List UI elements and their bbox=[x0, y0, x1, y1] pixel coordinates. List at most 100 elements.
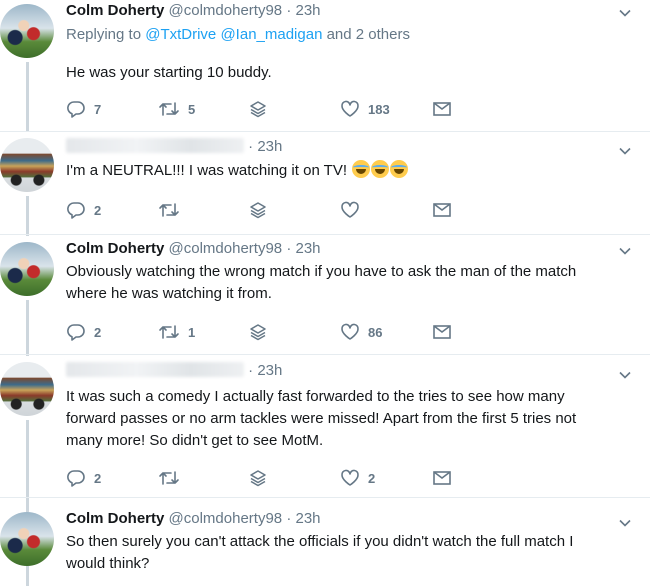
display-name[interactable]: Colm Doherty bbox=[66, 510, 164, 527]
chevron-down-icon[interactable] bbox=[618, 368, 632, 382]
tweet-header: Colm Doherty @colmdoherty98 · 23h bbox=[66, 240, 321, 257]
avatar[interactable] bbox=[0, 242, 54, 296]
direct-message-button[interactable] bbox=[432, 199, 452, 221]
envelope-icon bbox=[433, 325, 451, 339]
retweet-count: 5 bbox=[188, 101, 196, 117]
tweet-header: Colm Doherty @colmdoherty98 · 23h bbox=[66, 2, 321, 19]
timestamp[interactable]: 23h bbox=[295, 510, 320, 527]
reply-count: 2 bbox=[94, 470, 102, 486]
tweet[interactable]: Colm Doherty @colmdoherty98 · 23h So the… bbox=[0, 508, 650, 586]
retweet-button[interactable] bbox=[158, 467, 180, 489]
laughing-emoji-icon bbox=[352, 160, 371, 178]
tweet-text-line: forward passes or no arm tackles were mi… bbox=[66, 410, 577, 427]
tweet[interactable]: Colm Doherty @colmdoherty98 · 23h Obviou… bbox=[0, 238, 650, 356]
timestamp[interactable]: 23h bbox=[257, 138, 282, 155]
save-button[interactable] bbox=[248, 199, 268, 221]
reply-button[interactable]: 7 bbox=[66, 98, 101, 120]
laughing-emoji-icon bbox=[390, 160, 409, 178]
layers-icon bbox=[250, 470, 266, 487]
retweet-icon bbox=[159, 102, 179, 116]
replying-to: Replying to @TxtDrive @Ian_madigan and 2… bbox=[66, 26, 410, 43]
mention-link[interactable]: @TxtDrive bbox=[145, 26, 216, 43]
avatar[interactable] bbox=[0, 362, 54, 416]
reply-button[interactable]: 2 bbox=[66, 199, 101, 221]
divider bbox=[0, 497, 650, 498]
divider bbox=[0, 131, 650, 132]
save-button[interactable] bbox=[248, 321, 268, 343]
display-name[interactable]: Colm Doherty bbox=[66, 2, 164, 19]
tweet[interactable]: · 23h It was such a comedy I actually fa… bbox=[0, 358, 650, 498]
reply-count: 7 bbox=[94, 101, 102, 117]
display-name[interactable]: Colm Doherty bbox=[66, 240, 164, 257]
retweet-button[interactable]: 1 bbox=[158, 321, 195, 343]
tweet-text-content: I'm a NEUTRAL!!! I was watching it on TV… bbox=[66, 162, 348, 179]
tweet-header: Colm Doherty @colmdoherty98 · 23h bbox=[66, 510, 321, 527]
user-handle[interactable]: @colmdoherty98 bbox=[169, 510, 283, 527]
save-button[interactable] bbox=[248, 98, 268, 120]
like-button[interactable]: 2 bbox=[340, 467, 375, 489]
redacted-name bbox=[66, 138, 244, 153]
retweet-button[interactable] bbox=[158, 199, 180, 221]
avatar[interactable] bbox=[0, 512, 54, 566]
heart-icon bbox=[341, 323, 359, 340]
like-button[interactable]: 86 bbox=[340, 321, 382, 343]
avatar[interactable] bbox=[0, 138, 54, 192]
divider bbox=[0, 234, 650, 235]
envelope-icon bbox=[433, 471, 451, 485]
reply-icon bbox=[67, 324, 85, 341]
retweet-icon bbox=[159, 325, 179, 339]
tweet-header: · 23h bbox=[66, 138, 282, 155]
timestamp[interactable]: 23h bbox=[257, 362, 282, 379]
tweet[interactable]: Colm Doherty @colmdoherty98 · 23h Replyi… bbox=[0, 0, 650, 130]
tweet[interactable]: · 23h I'm a NEUTRAL!!! I was watching it… bbox=[0, 134, 650, 234]
envelope-icon bbox=[433, 102, 451, 116]
direct-message-button[interactable] bbox=[432, 321, 452, 343]
tweet-actions: 2 2 bbox=[66, 467, 466, 489]
chevron-down-icon[interactable] bbox=[618, 516, 632, 530]
direct-message-button[interactable] bbox=[432, 98, 452, 120]
layers-icon bbox=[250, 202, 266, 219]
separator-dot: · bbox=[286, 2, 292, 19]
tweet-text: I'm a NEUTRAL!!! I was watching it on TV… bbox=[66, 160, 626, 182]
tweet-text-line: many more! So didn't get to see MotM. bbox=[66, 432, 324, 449]
tweet-text-line: where he was watching it from. bbox=[66, 285, 272, 302]
like-button[interactable]: 183 bbox=[340, 98, 390, 120]
reply-button[interactable]: 2 bbox=[66, 467, 101, 489]
tweet-header: · 23h bbox=[66, 362, 282, 379]
like-button[interactable] bbox=[340, 199, 360, 221]
like-count: 183 bbox=[368, 101, 390, 117]
reply-button[interactable]: 2 bbox=[66, 321, 101, 343]
retweet-count: 1 bbox=[188, 324, 196, 340]
chevron-down-icon[interactable] bbox=[618, 244, 632, 258]
laughing-emoji-icon bbox=[371, 160, 390, 178]
chevron-down-icon[interactable] bbox=[618, 6, 632, 20]
separator-dot: · bbox=[286, 510, 292, 527]
tweet-text-line: It was such a comedy I actually fast for… bbox=[66, 388, 565, 405]
timestamp[interactable]: 23h bbox=[295, 2, 320, 19]
envelope-icon bbox=[433, 203, 451, 217]
tweet-actions: 2 1 86 bbox=[66, 321, 466, 343]
tweet-text: He was your starting 10 buddy. bbox=[66, 64, 272, 81]
tweet-actions: 7 5 183 bbox=[66, 98, 466, 120]
tweet-text-line: Obviously watching the wrong match if yo… bbox=[66, 263, 577, 280]
reply-icon bbox=[67, 101, 85, 118]
heart-icon bbox=[341, 100, 359, 117]
retweet-icon bbox=[159, 203, 179, 217]
layers-icon bbox=[250, 324, 266, 341]
retweet-icon bbox=[159, 471, 179, 485]
replying-suffix[interactable]: and 2 others bbox=[327, 26, 410, 43]
mention-link[interactable]: @Ian_madigan bbox=[220, 26, 322, 43]
avatar[interactable] bbox=[0, 4, 54, 58]
retweet-button[interactable]: 5 bbox=[158, 98, 195, 120]
reply-count: 2 bbox=[94, 324, 102, 340]
direct-message-button[interactable] bbox=[432, 467, 452, 489]
user-handle[interactable]: @colmdoherty98 bbox=[169, 2, 283, 19]
chevron-down-icon[interactable] bbox=[618, 144, 632, 158]
separator-dot: · bbox=[286, 240, 292, 257]
save-button[interactable] bbox=[248, 467, 268, 489]
like-count: 86 bbox=[368, 324, 383, 340]
heart-icon bbox=[341, 469, 359, 486]
user-handle[interactable]: @colmdoherty98 bbox=[169, 240, 283, 257]
redacted-name bbox=[66, 362, 244, 377]
timestamp[interactable]: 23h bbox=[295, 240, 320, 257]
